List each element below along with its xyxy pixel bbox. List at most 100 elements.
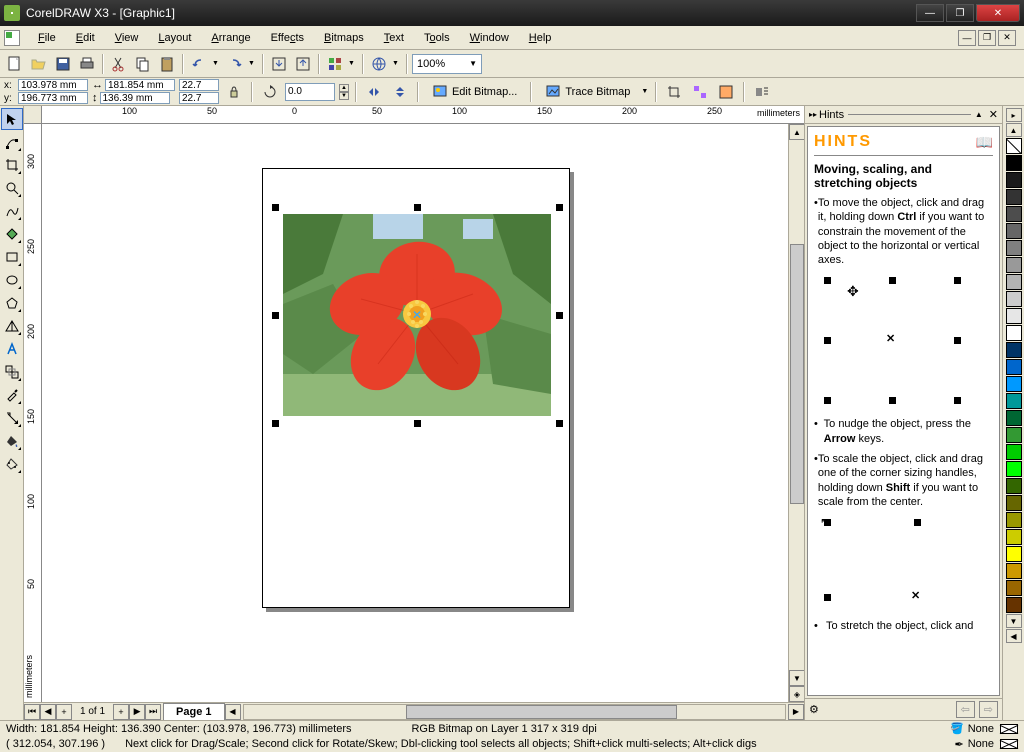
swatch[interactable] bbox=[1006, 325, 1022, 341]
docker-collapse[interactable]: ▲ bbox=[975, 110, 983, 119]
swatch[interactable] bbox=[1006, 427, 1022, 443]
page-add-after[interactable]: + bbox=[113, 704, 129, 720]
swatch[interactable] bbox=[1006, 597, 1022, 613]
swatch[interactable] bbox=[1006, 308, 1022, 324]
menu-edit[interactable]: Edit bbox=[66, 30, 105, 46]
mirror-h-button[interactable] bbox=[363, 81, 385, 103]
scale-y-input[interactable] bbox=[179, 92, 219, 104]
swatch[interactable] bbox=[1006, 546, 1022, 562]
canvas-viewport[interactable]: ✕ ▲ ▼ ◈ bbox=[42, 124, 804, 702]
freehand-tool[interactable] bbox=[1, 200, 23, 222]
mdi-minimize[interactable]: — bbox=[958, 30, 976, 46]
pick-tool[interactable] bbox=[1, 108, 23, 130]
height-input[interactable] bbox=[100, 92, 170, 104]
app-launcher-button[interactable] bbox=[324, 53, 346, 75]
page-add-before[interactable]: + bbox=[56, 704, 72, 720]
scale-x-input[interactable] bbox=[179, 79, 219, 91]
swatch-none[interactable] bbox=[1006, 138, 1022, 154]
selection-center[interactable]: ✕ bbox=[412, 308, 422, 322]
swatch[interactable] bbox=[1006, 240, 1022, 256]
selection-handle-br[interactable] bbox=[556, 420, 563, 427]
menu-view[interactable]: View bbox=[105, 30, 149, 46]
bitmap-color-mask-button[interactable] bbox=[715, 81, 737, 103]
redo-dropdown[interactable]: ▼ bbox=[248, 60, 258, 67]
y-position-input[interactable] bbox=[18, 92, 88, 104]
hints-content[interactable]: HINTS 📖 Moving, scaling, and stretching … bbox=[807, 126, 1000, 696]
page-next[interactable]: ▶ bbox=[129, 704, 145, 720]
rot-up[interactable]: ▲ bbox=[339, 84, 349, 92]
maximize-button[interactable]: ❐ bbox=[946, 4, 974, 22]
selection-handle-bm[interactable] bbox=[414, 420, 421, 427]
menu-text[interactable]: Text bbox=[374, 30, 414, 46]
swatch[interactable] bbox=[1006, 529, 1022, 545]
close-button[interactable]: ✕ bbox=[976, 4, 1020, 22]
width-input[interactable] bbox=[105, 79, 175, 91]
selection-handle-mr[interactable] bbox=[556, 312, 563, 319]
polygon-tool[interactable] bbox=[1, 292, 23, 314]
print-button[interactable] bbox=[76, 53, 98, 75]
trace-bitmap-button[interactable]: Trace Bitmap bbox=[538, 81, 637, 103]
crop-tool[interactable] bbox=[1, 154, 23, 176]
outline-tool[interactable] bbox=[1, 407, 23, 429]
ruler-origin[interactable] bbox=[24, 106, 42, 124]
swatch[interactable] bbox=[1006, 206, 1022, 222]
page-prev[interactable]: ◀ bbox=[40, 704, 56, 720]
swatch[interactable] bbox=[1006, 342, 1022, 358]
scroll-left[interactable]: ◀ bbox=[225, 704, 241, 720]
swatch[interactable] bbox=[1006, 172, 1022, 188]
basic-shapes-tool[interactable] bbox=[1, 315, 23, 337]
ruler-horizontal[interactable]: 100 50 0 50 100 150 200 250 millimeters bbox=[24, 106, 804, 124]
swatch[interactable] bbox=[1006, 478, 1022, 494]
save-button[interactable] bbox=[52, 53, 74, 75]
swatch[interactable] bbox=[1006, 291, 1022, 307]
menu-layout[interactable]: Layout bbox=[148, 30, 201, 46]
trace-dropdown[interactable]: ▼ bbox=[641, 88, 649, 95]
export-button[interactable] bbox=[292, 53, 314, 75]
swatch[interactable] bbox=[1006, 189, 1022, 205]
palette-down[interactable]: ▼ bbox=[1006, 614, 1022, 628]
page-tab-1[interactable]: Page 1 bbox=[163, 703, 224, 720]
page-first[interactable]: ⏮ bbox=[24, 704, 40, 720]
palette-expand[interactable]: ◀ bbox=[1006, 629, 1022, 643]
interactive-fill-tool[interactable] bbox=[1, 453, 23, 475]
hints-forward[interactable]: ⇨ bbox=[979, 701, 998, 718]
scrollbar-h[interactable] bbox=[243, 704, 787, 720]
scroll-thumb-h[interactable] bbox=[406, 705, 677, 719]
fill-swatch[interactable] bbox=[1000, 724, 1018, 734]
swatch[interactable] bbox=[1006, 410, 1022, 426]
zoom-tool[interactable] bbox=[1, 177, 23, 199]
selection-handle-tl[interactable] bbox=[272, 204, 279, 211]
import-button[interactable] bbox=[268, 53, 290, 75]
smart-fill-tool[interactable] bbox=[1, 223, 23, 245]
ellipse-tool[interactable] bbox=[1, 269, 23, 291]
new-button[interactable] bbox=[4, 53, 26, 75]
book-icon[interactable]: 📖 bbox=[976, 134, 993, 151]
fill-indicator[interactable]: None bbox=[968, 723, 994, 735]
eyedropper-tool[interactable] bbox=[1, 384, 23, 406]
nav-button[interactable]: ◈ bbox=[789, 686, 804, 702]
rectangle-tool[interactable] bbox=[1, 246, 23, 268]
swatch[interactable] bbox=[1006, 495, 1022, 511]
app-dropdown[interactable]: ▼ bbox=[348, 60, 358, 67]
redo-button[interactable] bbox=[224, 53, 246, 75]
fill-tool[interactable] bbox=[1, 430, 23, 452]
copy-button[interactable] bbox=[132, 53, 154, 75]
menu-file[interactable]: File bbox=[28, 30, 66, 46]
rotation-input[interactable] bbox=[285, 83, 335, 101]
shape-tool[interactable] bbox=[1, 131, 23, 153]
outline-indicator[interactable]: None bbox=[968, 738, 994, 750]
swatch[interactable] bbox=[1006, 223, 1022, 239]
mdi-close[interactable]: ✕ bbox=[998, 30, 1016, 46]
docker-expand-icon[interactable]: ▸▸ bbox=[809, 110, 817, 119]
swatch[interactable] bbox=[1006, 274, 1022, 290]
menu-window[interactable]: Window bbox=[460, 30, 519, 46]
outline-swatch[interactable] bbox=[1000, 739, 1018, 749]
swatch[interactable] bbox=[1006, 257, 1022, 273]
swatch[interactable] bbox=[1006, 393, 1022, 409]
edit-bitmap-button[interactable]: Edit Bitmap... bbox=[425, 81, 524, 103]
palette-up[interactable]: ▲ bbox=[1006, 123, 1022, 137]
scroll-thumb-v[interactable] bbox=[790, 244, 804, 504]
ruler-vertical[interactable]: 300 250 200 150 100 50 millimeters bbox=[24, 124, 42, 702]
docker-close[interactable]: ✕ bbox=[989, 108, 998, 121]
corel-online-button[interactable] bbox=[368, 53, 390, 75]
